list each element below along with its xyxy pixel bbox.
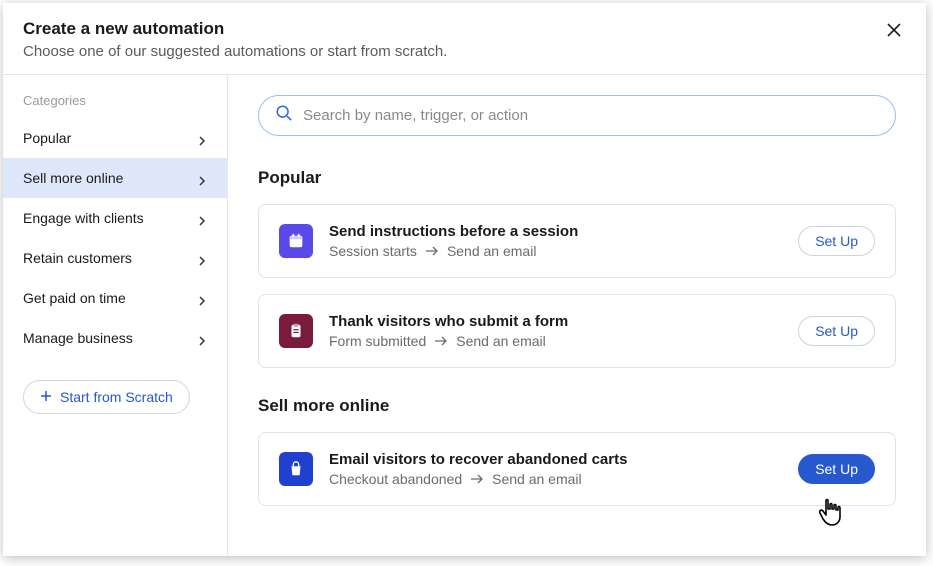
setup-button[interactable]: Set Up (798, 454, 875, 484)
main-content: Popular Send instructions before a sessi… (228, 75, 926, 556)
modal-body: Categories Popular Sell more online Enga… (3, 75, 926, 556)
setup-button[interactable]: Set Up (798, 226, 875, 256)
plus-icon (40, 389, 52, 405)
automation-card: Send instructions before a session Sessi… (258, 204, 896, 278)
section-title: Popular (258, 168, 896, 188)
search-bar[interactable] (258, 95, 896, 136)
chevron-right-icon (197, 213, 207, 223)
chevron-right-icon (197, 133, 207, 143)
modal-title: Create a new automation (23, 19, 882, 39)
sidebar-item-label: Manage business (23, 330, 197, 346)
card-flow: Checkout abandoned Send an email (329, 471, 782, 487)
sidebar-item-label: Sell more online (23, 170, 197, 186)
card-action: Send an email (456, 333, 546, 349)
sidebar-item-get-paid[interactable]: Get paid on time (3, 278, 227, 318)
card-title: Thank visitors who submit a form (329, 313, 782, 330)
scratch-label: Start from Scratch (60, 389, 173, 405)
sidebar-label: Categories (3, 93, 227, 118)
search-input[interactable] (303, 107, 879, 124)
sidebar-item-label: Popular (23, 130, 197, 146)
card-title: Send instructions before a session (329, 223, 782, 240)
sidebar: Categories Popular Sell more online Enga… (3, 75, 228, 556)
section-sell-more-online: Sell more online Email visitors to recov… (258, 396, 896, 506)
sidebar-item-sell-more-online[interactable]: Sell more online (3, 158, 227, 198)
automation-card: Thank visitors who submit a form Form su… (258, 294, 896, 368)
search-icon (275, 104, 293, 127)
chevron-right-icon (197, 173, 207, 183)
card-action: Send an email (447, 243, 537, 259)
sidebar-item-label: Engage with clients (23, 210, 197, 226)
sidebar-item-popular[interactable]: Popular (3, 118, 227, 158)
sidebar-item-engage-clients[interactable]: Engage with clients (3, 198, 227, 238)
card-flow: Session starts Send an email (329, 243, 782, 259)
start-from-scratch-button[interactable]: Start from Scratch (23, 380, 190, 414)
calendar-icon (279, 224, 313, 258)
chevron-right-icon (197, 333, 207, 343)
chevron-right-icon (197, 253, 207, 263)
close-icon (886, 22, 902, 41)
card-trigger: Session starts (329, 243, 417, 259)
card-trigger: Form submitted (329, 333, 426, 349)
sidebar-item-retain-customers[interactable]: Retain customers (3, 238, 227, 278)
card-action: Send an email (492, 471, 582, 487)
sidebar-item-label: Retain customers (23, 250, 197, 266)
modal-subtitle: Choose one of our suggested automations … (23, 43, 882, 60)
setup-button[interactable]: Set Up (798, 316, 875, 346)
modal-header: Create a new automation Choose one of ou… (3, 3, 926, 75)
card-trigger: Checkout abandoned (329, 471, 462, 487)
section-popular: Popular Send instructions before a sessi… (258, 168, 896, 368)
sidebar-item-label: Get paid on time (23, 290, 197, 306)
close-button[interactable] (882, 19, 906, 43)
arrow-right-icon (470, 474, 484, 484)
section-title: Sell more online (258, 396, 896, 416)
arrow-right-icon (425, 246, 439, 256)
chevron-right-icon (197, 293, 207, 303)
automation-modal: Create a new automation Choose one of ou… (3, 3, 926, 556)
sidebar-item-manage-business[interactable]: Manage business (3, 318, 227, 358)
card-title: Email visitors to recover abandoned cart… (329, 451, 782, 468)
card-flow: Form submitted Send an email (329, 333, 782, 349)
clipboard-icon (279, 314, 313, 348)
arrow-right-icon (434, 336, 448, 346)
automation-card: Email visitors to recover abandoned cart… (258, 432, 896, 506)
bag-icon (279, 452, 313, 486)
